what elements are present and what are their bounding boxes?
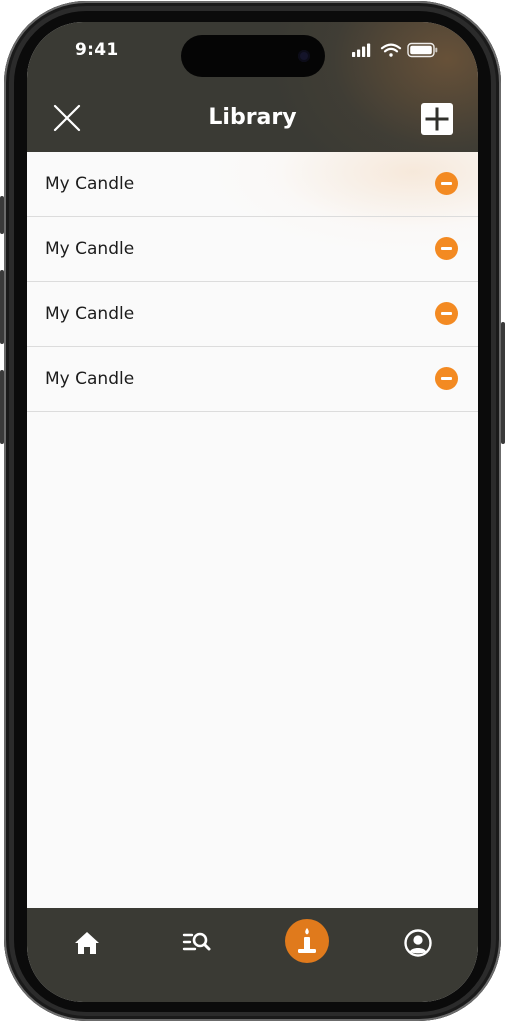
dynamic-island [181,35,325,77]
item-label: My Candle [45,239,135,259]
list-item[interactable]: My Candle [27,347,478,412]
item-label: My Candle [45,304,135,324]
item-label: My Candle [45,369,135,389]
item-label: My Candle [45,174,135,194]
volume-down-button [0,370,4,444]
remove-circle-icon[interactable] [435,302,458,325]
tab-bar [27,908,478,1002]
list-item[interactable]: My Candle [27,282,478,347]
cellular-signal-icon [352,43,371,57]
remove-circle-icon[interactable] [435,367,458,390]
wifi-icon [380,43,402,57]
list-item[interactable]: My Candle [27,152,478,217]
profile-icon [404,929,432,957]
list-item[interactable]: My Candle [27,217,478,282]
tab-profile[interactable] [396,921,440,965]
library-list: My Candle My Candle My Candle My Candle [27,152,478,412]
volume-up-button [0,270,4,344]
phone-device: 9:41 Library My Candle My Candle My Cand… [0,0,505,1023]
tab-search[interactable] [175,921,219,965]
action-button [0,196,4,234]
search-list-icon [182,932,211,951]
app-header: 9:41 Library [27,22,478,152]
power-button [501,322,505,444]
add-button[interactable] [421,103,453,135]
front-camera [298,50,310,62]
app-screen: 9:41 Library My Candle My Candle My Cand… [27,22,478,1002]
plus-icon [425,107,449,131]
page-title: Library [208,105,297,130]
status-icons-svg [352,42,438,58]
tab-home[interactable] [65,921,109,965]
remove-circle-icon[interactable] [435,237,458,260]
candle-icon [298,928,316,953]
remove-circle-icon[interactable] [435,172,458,195]
tab-candle[interactable] [285,919,329,963]
status-icons [352,42,442,58]
status-time: 9:41 [75,40,119,60]
home-icon [75,932,99,954]
battery-icon [407,42,438,58]
